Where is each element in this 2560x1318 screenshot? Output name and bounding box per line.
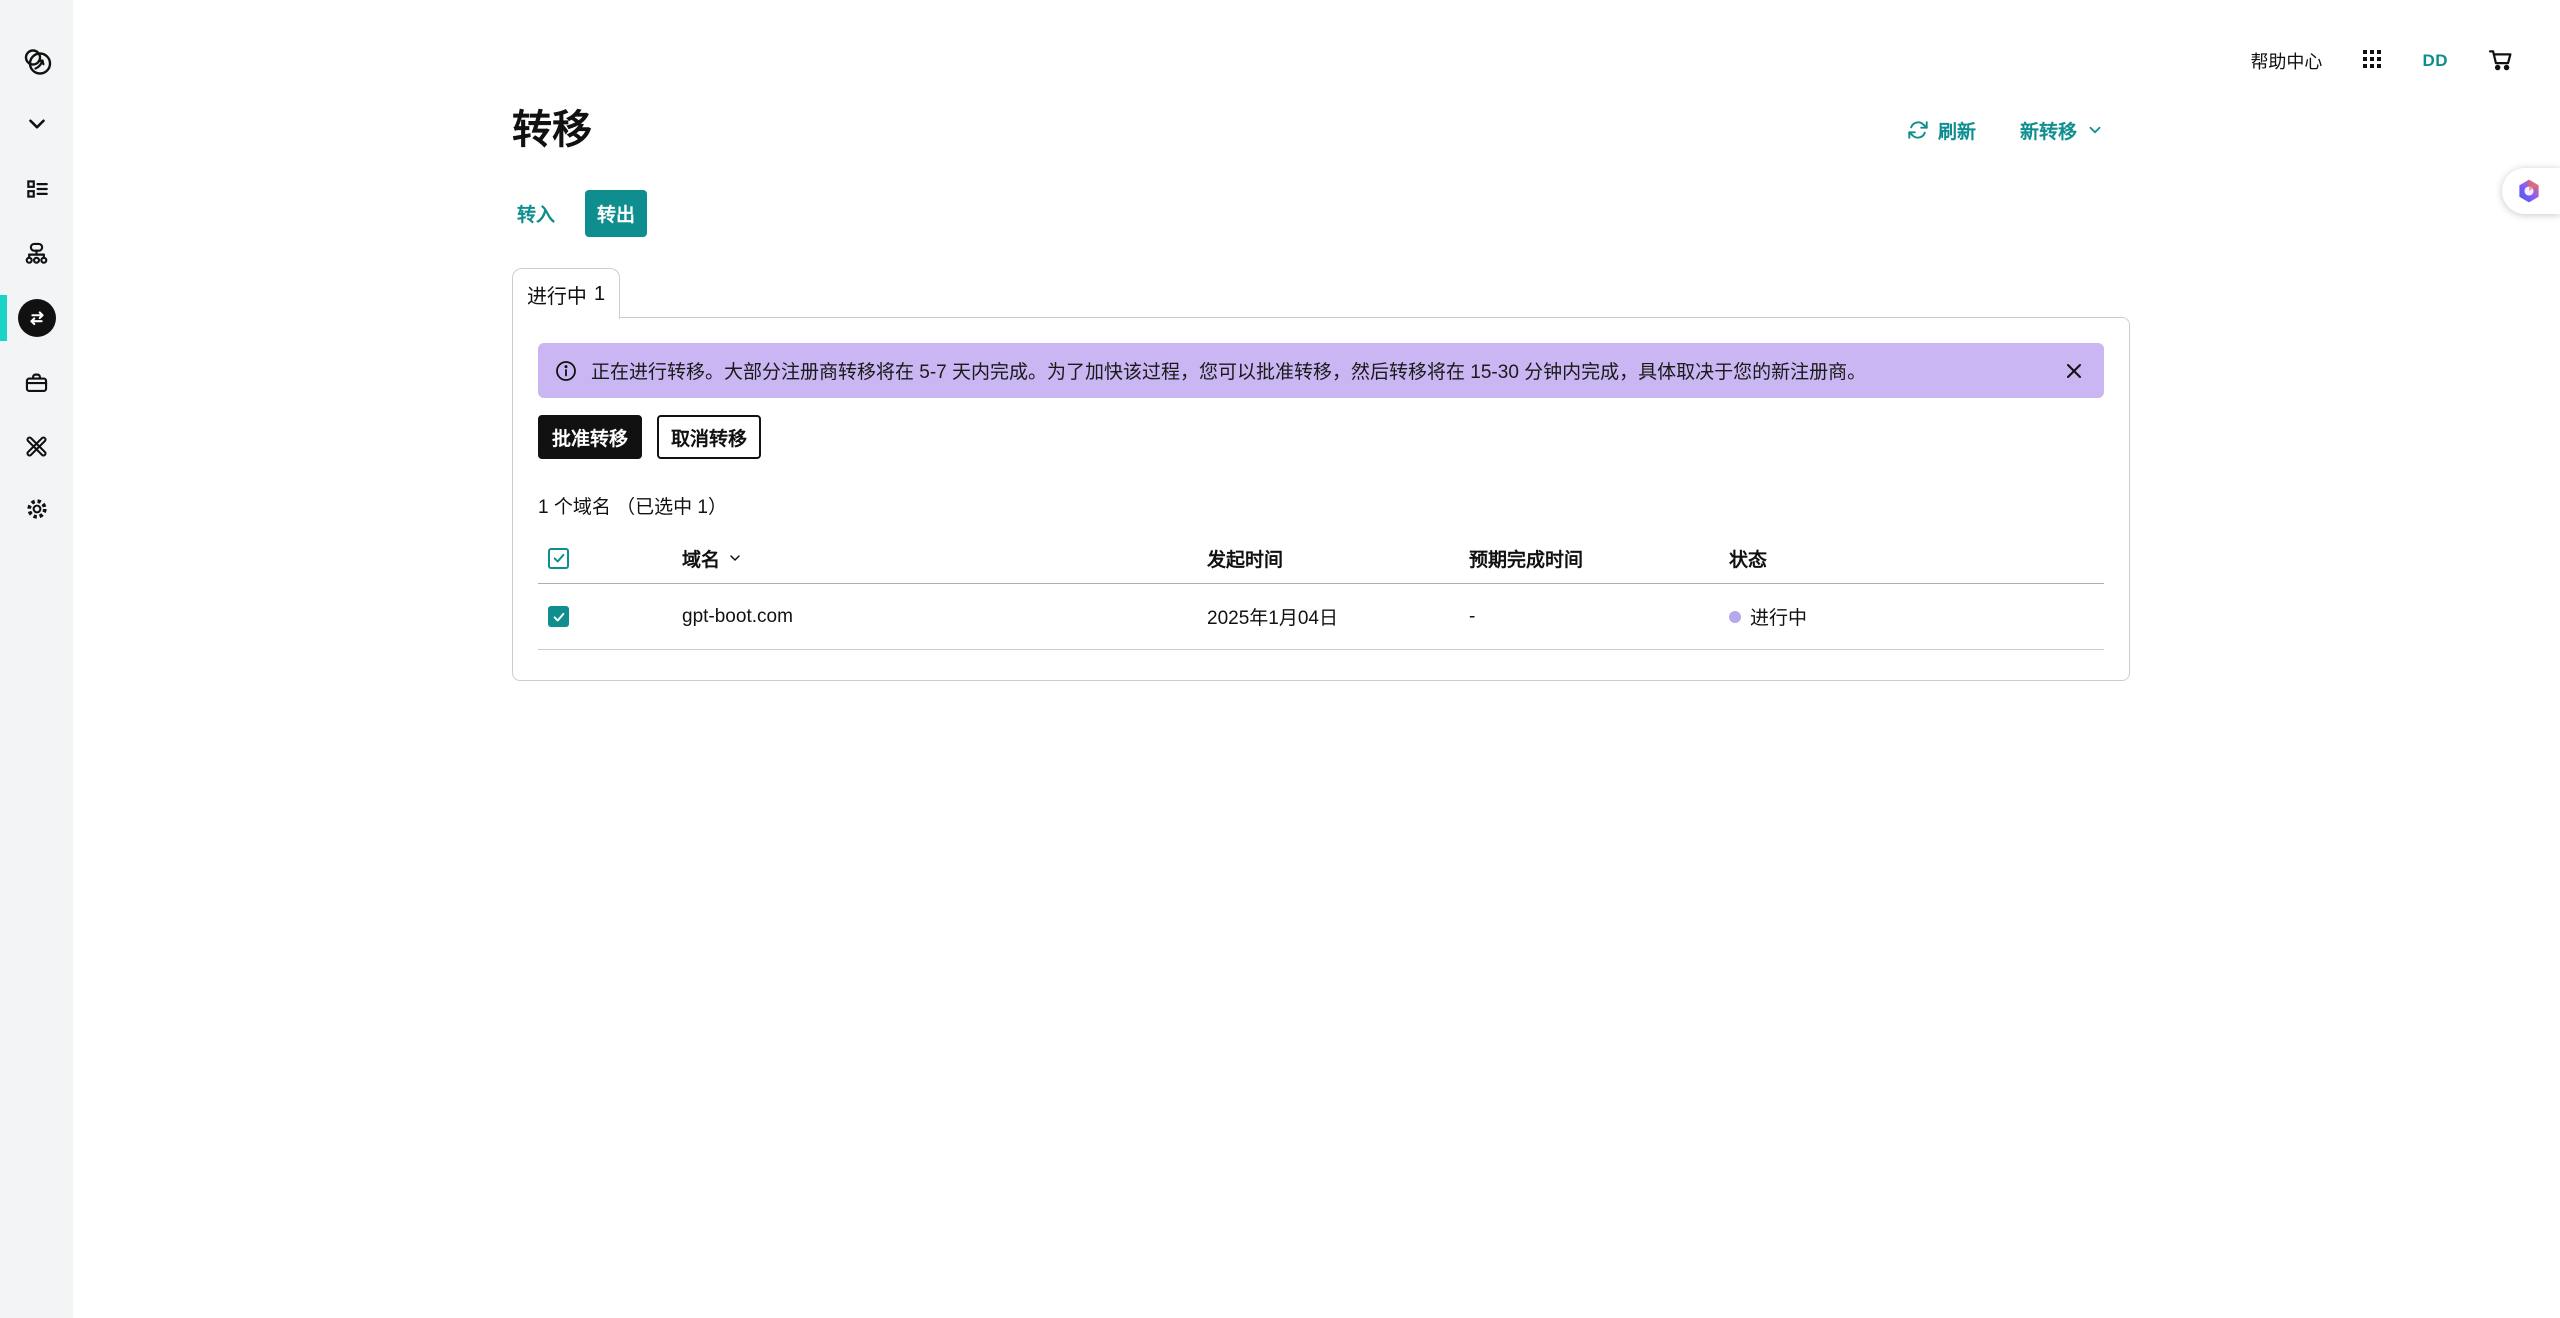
apps-grid-icon (2360, 47, 2384, 76)
status-label: 进行中 (1750, 608, 1808, 629)
godaddy-logo-icon (21, 46, 53, 78)
apps-grid-button[interactable] (2360, 47, 2384, 76)
help-center-link[interactable]: 帮助中心 (2250, 48, 2322, 74)
tab-in-progress-count: 1 (593, 282, 606, 305)
gear-icon (24, 496, 50, 522)
refresh-icon (1907, 119, 1929, 141)
topbar: 帮助中心 DD (2250, 36, 2514, 86)
transfer-info-banner: 正在进行转移。大部分注册商转移将在 5-7 天内完成。为了加快该过程，您可以批准… (538, 343, 2104, 398)
domain-list-icon (24, 176, 50, 202)
table-header-row: 域名 发起时间 预期完成时间 状态 (538, 533, 2104, 584)
sidebar-expand-toggle[interactable] (0, 112, 73, 136)
transfers-table: 域名 发起时间 预期完成时间 状态 gpt-boot.com 2025年1月04… (538, 533, 2104, 650)
column-header-status: 状态 (1729, 549, 1768, 571)
sidebar (0, 0, 73, 1318)
chevron-down-icon (24, 111, 50, 137)
hexagon-logo-icon (2515, 177, 2543, 205)
cell-domain: gpt-boot.com (682, 605, 793, 627)
column-header-domain[interactable]: 域名 (682, 545, 1207, 572)
sidebar-item-transfers[interactable] (0, 299, 73, 337)
tab-in-progress-label: 进行中 (526, 285, 587, 308)
close-icon (2064, 361, 2084, 381)
domain-header-label: 域名 (682, 549, 721, 571)
briefcase-icon (23, 369, 50, 396)
tab-transfer-out[interactable]: 转出 (585, 190, 648, 237)
pencil-ruler-icon (23, 433, 50, 460)
view-tabs: 转入 转出 (505, 190, 648, 237)
cart-icon (2486, 45, 2514, 78)
refresh-button[interactable]: 刷新 (1907, 117, 1976, 144)
transfers-page: 帮助中心 DD 转移 刷新 新转移 转入 转出 进行中 1 正在进行转移。大部分… (0, 0, 2560, 1318)
cell-initiated: 2025年1月04日 (1207, 608, 1338, 629)
action-buttons: 批准转移 取消转移 (538, 415, 2104, 459)
info-icon (554, 359, 578, 383)
sidebar-item-dns[interactable] (0, 241, 73, 265)
selection-summary: 1 个域名 （已选中 1） (538, 497, 727, 518)
select-all-checkbox[interactable] (548, 547, 569, 569)
sort-chevron-icon (727, 550, 743, 566)
table-row: gpt-boot.com 2025年1月04日 - 进行中 (538, 584, 2104, 650)
dns-tree-icon (23, 240, 50, 267)
sidebar-item-design-tools[interactable] (0, 434, 73, 458)
browser-extension-widget[interactable] (2502, 168, 2560, 214)
status-dot (1729, 610, 1741, 623)
cart-button[interactable] (2486, 45, 2514, 78)
row-checkbox[interactable] (548, 606, 569, 627)
banner-close-button[interactable] (2064, 361, 2084, 381)
cell-status: 进行中 (1729, 603, 2104, 630)
sidebar-item-settings[interactable] (0, 497, 73, 521)
banner-message: 正在进行转移。大部分注册商转移将在 5-7 天内完成。为了加快该过程，您可以批准… (591, 362, 1867, 383)
header-actions: 刷新 新转移 (1907, 117, 2104, 144)
page-header: 转移 刷新 新转移 (512, 104, 2130, 156)
new-transfer-dropdown[interactable]: 新转移 (2020, 117, 2104, 144)
chevron-down-icon (2086, 121, 2104, 139)
avatar[interactable]: DD (2422, 51, 2448, 71)
new-transfer-label: 新转移 (2019, 121, 2077, 143)
tab-transfer-in[interactable]: 转入 (505, 190, 567, 237)
column-header-expected: 预期完成时间 (1469, 549, 1584, 571)
sidebar-item-business[interactable] (0, 370, 73, 394)
approve-transfer-button[interactable]: 批准转移 (538, 415, 643, 459)
godaddy-logo[interactable] (0, 44, 73, 80)
sidebar-item-domain-list[interactable] (0, 177, 73, 201)
in-progress-panel: 正在进行转移。大部分注册商转移将在 5-7 天内完成。为了加快该过程，您可以批准… (512, 317, 2130, 681)
cancel-transfer-button[interactable]: 取消转移 (657, 415, 762, 459)
column-header-initiated: 发起时间 (1207, 549, 1284, 571)
page-title: 转移 (512, 108, 592, 152)
refresh-label: 刷新 (1937, 121, 1976, 143)
cell-expected: - (1469, 605, 1476, 627)
tab-in-progress[interactable]: 进行中 1 (512, 268, 620, 319)
transfers-icon (17, 299, 56, 337)
